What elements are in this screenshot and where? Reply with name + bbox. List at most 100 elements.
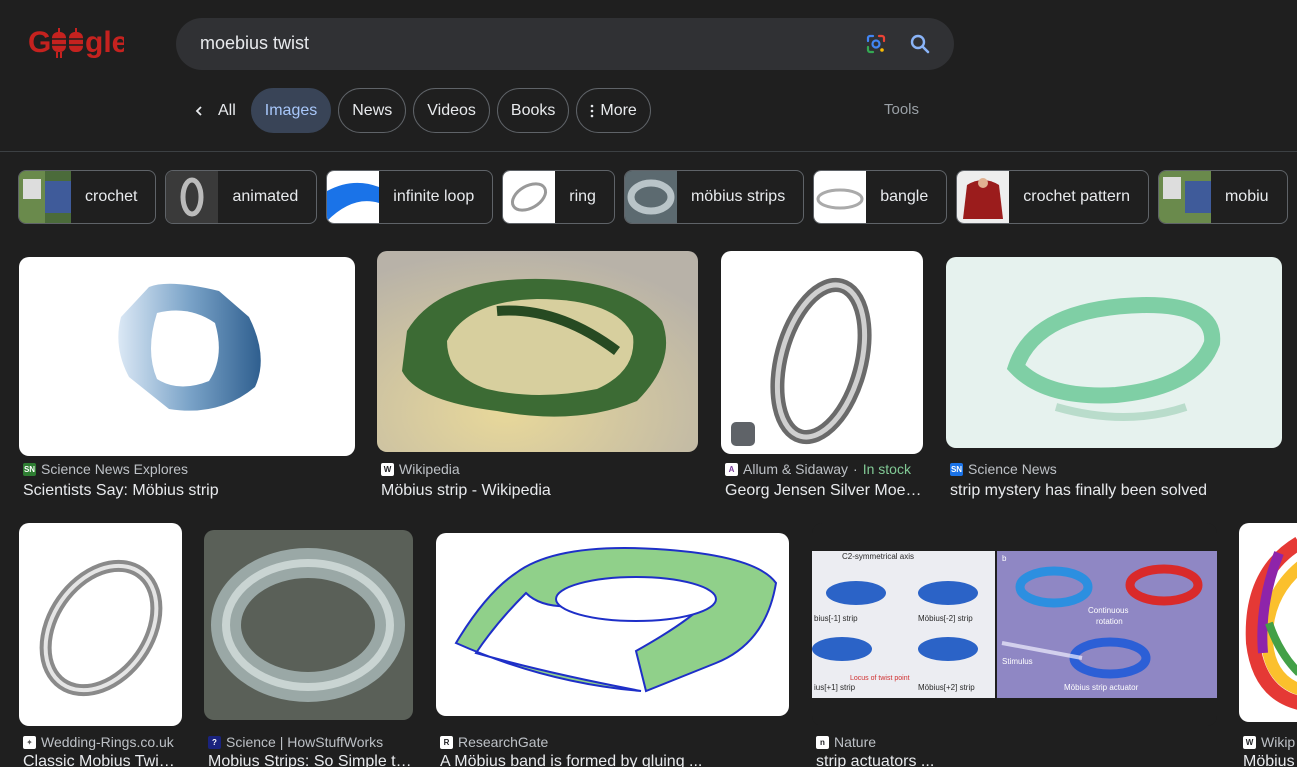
stock-status: In stock xyxy=(862,461,911,477)
result-title[interactable]: Möbius xyxy=(1243,753,1297,767)
result-source: ? Science | HowStuffWorks xyxy=(208,734,383,750)
result-source: ✦ Wedding-Rings.co.uk xyxy=(23,734,174,750)
panel-b-label: b xyxy=(1002,554,1007,563)
source-name: Science | HowStuffWorks xyxy=(226,734,384,750)
locus-label: Locus of twist point xyxy=(850,675,910,682)
favicon-icon: W xyxy=(1243,735,1256,749)
strip-p2-label: Möbius[+2] strip xyxy=(918,683,975,692)
search-box[interactable]: moebius twist xyxy=(176,18,954,70)
chip-thumbnail xyxy=(624,171,677,223)
chip-mobius-strips[interactable]: möbius strips xyxy=(623,170,805,224)
result-card[interactable]: ✦ Wedding-Rings.co.uk Classic Mobius Twi… xyxy=(19,523,182,767)
favicon-icon: A xyxy=(725,462,738,476)
strip-p1-label: ius[+1] strip xyxy=(814,683,856,692)
tab-news[interactable]: News xyxy=(338,88,407,133)
result-source: W Wikipedia xyxy=(381,461,460,477)
chip-animated[interactable]: animated xyxy=(165,170,318,224)
tab-images[interactable]: Images xyxy=(250,88,332,133)
google-doodle-logo[interactable]: G gle xyxy=(28,22,124,62)
result-card[interactable]: W Wikipedia Möbius strip - Wikipedia xyxy=(377,251,698,511)
chevron-left-icon xyxy=(195,105,202,116)
result-card[interactable]: SN Science News strip mystery has finally… xyxy=(946,251,1282,511)
result-title[interactable]: strip actuators ... xyxy=(816,753,1216,767)
continuous-label: Continuous xyxy=(1088,606,1128,615)
tab-books[interactable]: Books xyxy=(496,88,570,133)
chip-thumbnail xyxy=(957,171,1010,223)
chip-label: infinite loop xyxy=(393,188,475,205)
result-image[interactable] xyxy=(204,530,413,720)
search-input[interactable]: moebius twist xyxy=(200,33,309,54)
tab-videos[interactable]: Videos xyxy=(413,88,490,133)
strip-m1-label: bius[-1] strip xyxy=(814,614,858,623)
chip-infinite-loop[interactable]: infinite loop xyxy=(326,170,494,224)
result-card[interactable]: A Allum & Sidaway · In stock Georg Jensen S… xyxy=(721,251,923,511)
result-card[interactable]: ? Science | HowStuffWorks Mobius Strips: … xyxy=(204,523,413,767)
tab-more-label: More xyxy=(600,101,637,119)
source-name: Wedding-Rings.co.uk xyxy=(41,734,174,750)
chip-mobiu[interactable]: mobiu xyxy=(1157,170,1288,224)
chip-crochet-pattern[interactable]: crochet pattern xyxy=(956,170,1149,224)
source-name: Science News xyxy=(968,461,1057,477)
more-vert-icon xyxy=(591,104,594,117)
result-card[interactable]: SN Science News Explores Scientists Say: … xyxy=(19,251,355,511)
result-title[interactable]: strip mystery has finally been solved xyxy=(950,482,1280,500)
result-image[interactable] xyxy=(19,523,182,726)
favicon-icon: SN xyxy=(950,462,963,476)
chip-label: möbius strips xyxy=(690,188,786,205)
result-card[interactable]: R ResearchGate A Möbius band is formed by… xyxy=(436,523,789,767)
result-image[interactable] xyxy=(19,257,355,456)
tab-images-label: Images xyxy=(264,101,318,119)
tab-books-label: Books xyxy=(510,101,556,119)
favicon-icon: R xyxy=(440,735,453,749)
chip-thumbnail xyxy=(327,171,380,223)
result-card[interactable]: b C2-symmetrical axis bius[-1] strip Möb… xyxy=(812,523,1217,767)
tab-all-label: All xyxy=(218,101,236,119)
search-icon[interactable] xyxy=(908,32,932,56)
favicon-icon: n xyxy=(816,735,829,749)
result-title[interactable]: Georg Jensen Silver Moe… xyxy=(725,482,925,500)
result-title[interactable]: Classic Mobius Twi… xyxy=(23,753,181,767)
chip-thumbnail xyxy=(814,171,867,223)
google-lens-icon[interactable] xyxy=(864,32,888,56)
favicon-icon: SN xyxy=(23,462,36,476)
chip-thumbnail xyxy=(19,171,71,223)
chip-label: bangle xyxy=(880,188,929,205)
result-image[interactable]: b C2-symmetrical axis bius[-1] strip Möb… xyxy=(812,523,1217,726)
result-title[interactable]: Mobius Strips: So Simple t… xyxy=(208,753,412,767)
result-image[interactable] xyxy=(436,533,789,716)
result-title[interactable]: A Möbius band is formed by gluing ... xyxy=(440,753,788,767)
favicon-icon: ? xyxy=(208,735,221,749)
svg-text:G: G xyxy=(28,26,51,59)
source-name: Science News Explores xyxy=(41,461,189,477)
result-source: A Allum & Sidaway · In stock xyxy=(725,461,911,477)
result-image[interactable] xyxy=(946,257,1282,448)
tab-videos-label: Videos xyxy=(427,101,476,119)
chip-thumbnail xyxy=(503,171,556,223)
result-source: R ResearchGate xyxy=(440,734,548,750)
result-title[interactable]: Möbius strip - Wikipedia xyxy=(381,482,697,500)
tab-news-label: News xyxy=(352,101,393,119)
result-source: n Nature xyxy=(816,734,876,750)
result-source: SN Science News Explores xyxy=(23,461,188,477)
shopping-tag-icon xyxy=(731,422,755,446)
tab-all[interactable]: All xyxy=(186,88,244,133)
result-title[interactable]: Scientists Say: Möbius strip xyxy=(23,482,353,500)
chip-bangle[interactable]: bangle xyxy=(813,170,948,224)
chip-label: crochet pattern xyxy=(1023,188,1130,205)
chip-label: crochet xyxy=(85,188,138,205)
source-name: Nature xyxy=(834,734,877,750)
tab-more[interactable]: More xyxy=(576,88,651,133)
chip-thumbnail xyxy=(166,171,219,223)
source-name: Wikip xyxy=(1261,734,1296,750)
chip-label: animated xyxy=(232,188,299,205)
result-image[interactable] xyxy=(1239,523,1297,722)
chip-label: ring xyxy=(569,188,596,205)
result-card[interactable]: W Wikip Möbius xyxy=(1239,523,1297,767)
result-image[interactable] xyxy=(377,251,698,452)
chip-ring[interactable]: ring xyxy=(502,170,615,224)
chip-crochet[interactable]: crochet xyxy=(18,170,157,224)
chip-thumbnail xyxy=(1158,171,1211,223)
favicon-icon: W xyxy=(381,462,394,476)
result-source: SN Science News xyxy=(950,461,1057,477)
tools-button[interactable]: Tools xyxy=(884,101,919,118)
